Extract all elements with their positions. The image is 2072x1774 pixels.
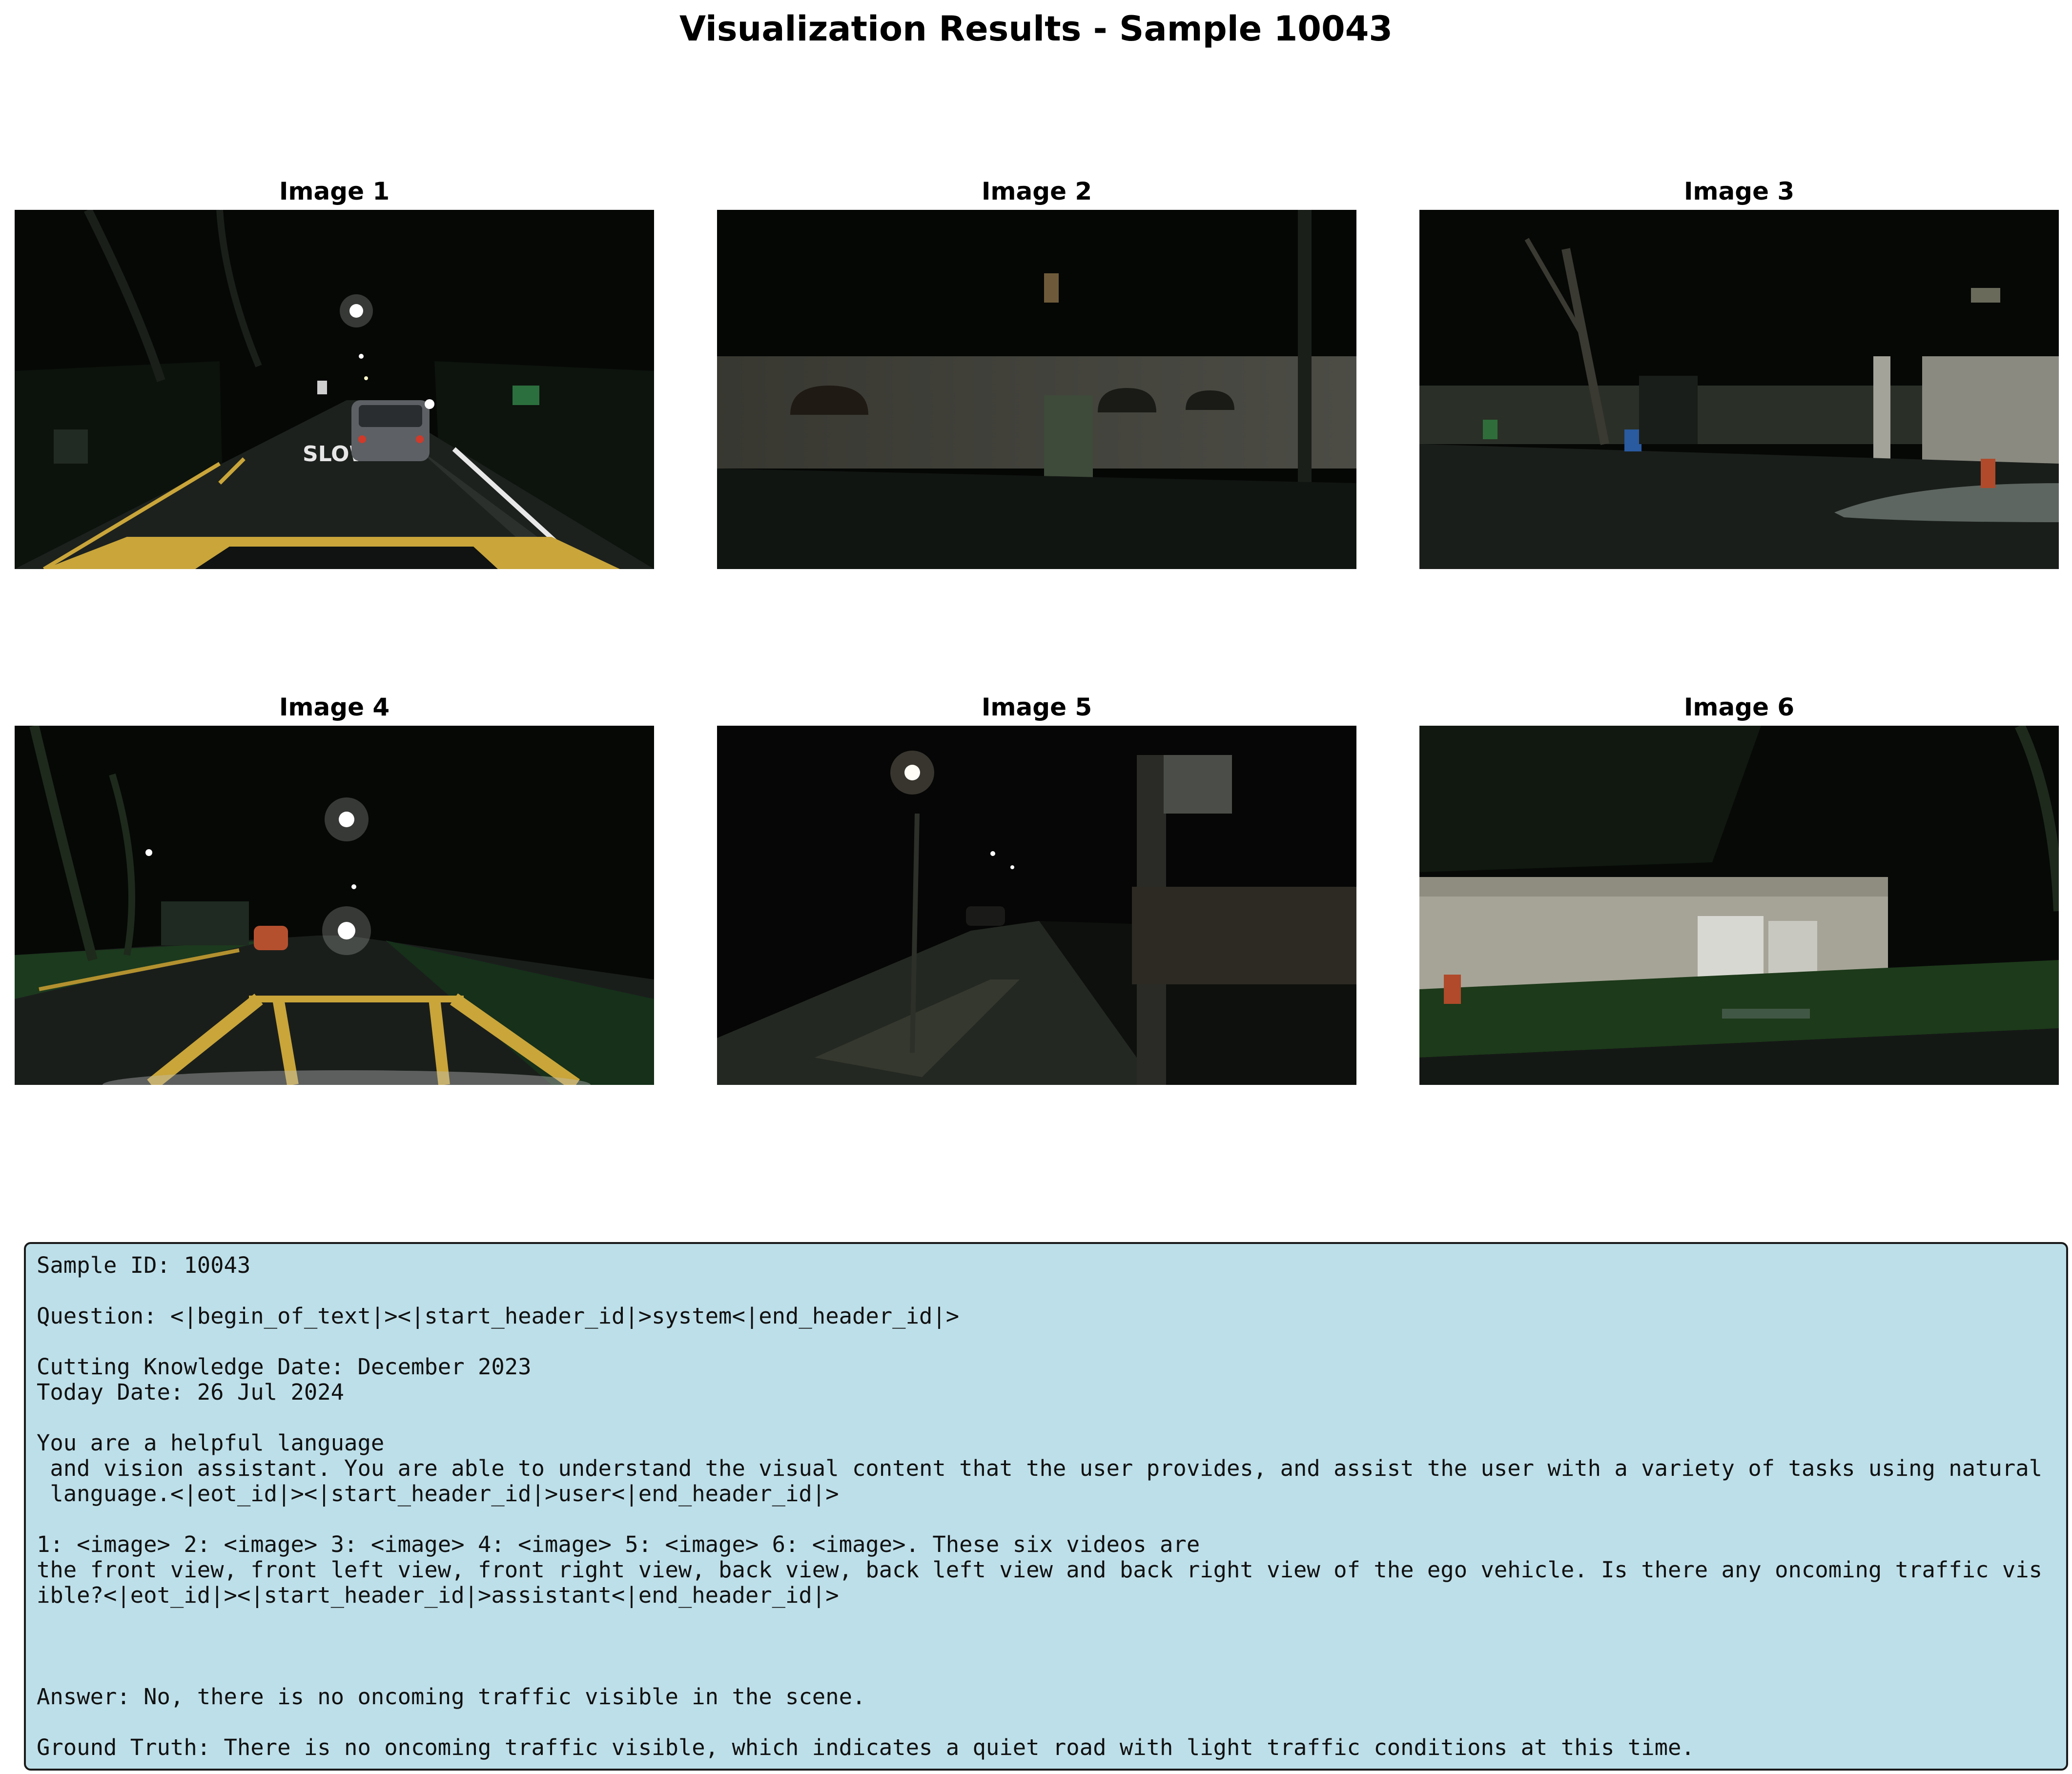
system-prompt-line-3: language.<|eot_id|><|start_header_id|>us…: [37, 1481, 839, 1507]
panel-title: Image 2: [981, 177, 1092, 205]
panel-image-6: Image 6: [1419, 693, 2059, 1085]
panel-image-2: Image 2: [717, 177, 1356, 569]
user-prompt-line-3: ible?<|eot_id|><|start_header_id|>assist…: [37, 1582, 839, 1608]
image-front-left-view: [717, 210, 1356, 569]
front-right-view-photo: [1419, 210, 2059, 569]
panel-title: Image 5: [981, 693, 1092, 721]
panel-image-1: Image 1 SLOW: [15, 177, 654, 569]
front-left-view-photo: [717, 210, 1356, 569]
panel-image-5: Image 5: [717, 693, 1356, 1085]
panel-title: Image 6: [1683, 693, 1795, 721]
ground-truth-text: Ground Truth: There is no oncoming traff…: [37, 1734, 1695, 1760]
sample-id-text: Sample ID: 10043: [37, 1252, 251, 1278]
back-view-photo: [15, 726, 654, 1085]
image-back-right-view: [1419, 726, 2059, 1085]
panel-title: Image 4: [279, 693, 390, 721]
question-header-text: Question: <|begin_of_text|><|start_heade…: [37, 1303, 960, 1329]
image-front-right-view: [1419, 210, 2059, 569]
panel-title: Image 1: [279, 177, 390, 205]
image-back-left-view: [717, 726, 1356, 1085]
answer-text: Answer: No, there is no oncoming traffic…: [37, 1684, 866, 1710]
cutting-date-text: Cutting Knowledge Date: December 2023: [37, 1354, 532, 1380]
system-prompt-line-1: You are a helpful language: [37, 1430, 385, 1456]
panel-image-4: Image 4: [15, 693, 654, 1085]
user-prompt-line-2: the front view, front left view, front r…: [37, 1557, 2042, 1583]
system-prompt-line-2: and vision assistant. You are able to un…: [37, 1455, 2042, 1481]
user-prompt-line-1: 1: <image> 2: <image> 3: <image> 4: <ima…: [37, 1531, 1200, 1557]
image-front-view: SLOW: [15, 210, 654, 569]
front-view-photo: SLOW: [15, 210, 654, 569]
panel-title: Image 3: [1683, 177, 1795, 205]
panel-image-3: Image 3: [1419, 177, 2059, 569]
back-left-view-photo: [717, 726, 1356, 1085]
image-back-view: [15, 726, 654, 1085]
figure-title: Visualization Results - Sample 10043: [679, 9, 1393, 49]
sample-info-box: Sample ID: 10043 Question: <|begin_of_te…: [24, 1242, 2068, 1771]
today-date-text: Today Date: 26 Jul 2024: [37, 1379, 345, 1405]
back-right-view-photo: [1419, 726, 2059, 1085]
